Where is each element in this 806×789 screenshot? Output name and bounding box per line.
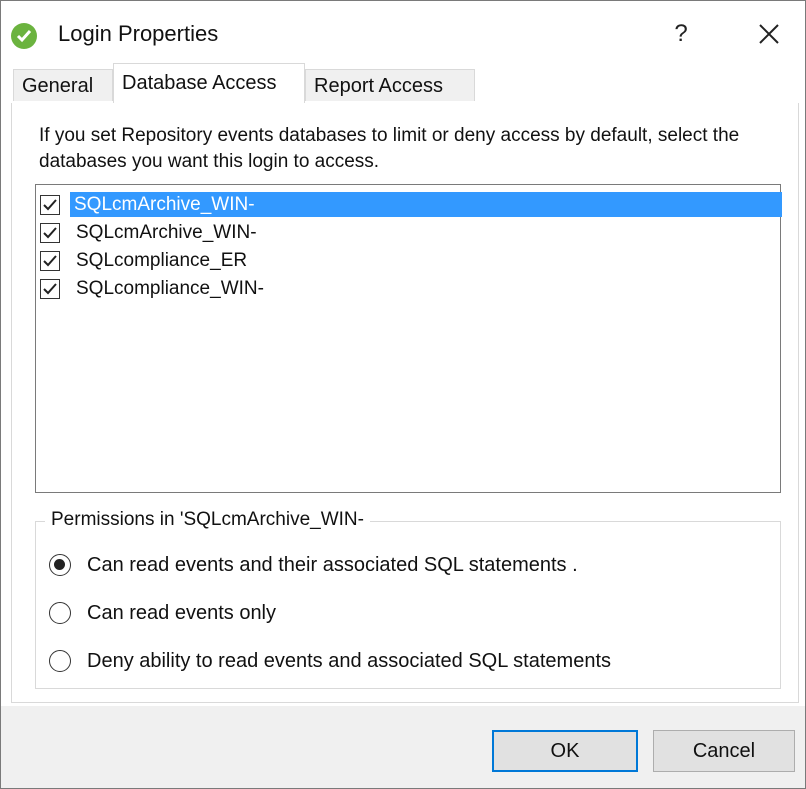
checkmark-icon — [43, 283, 57, 295]
database-name: SQLcmArchive_WIN- — [70, 192, 782, 217]
check-circle-icon — [11, 23, 37, 49]
radio-dot — [54, 559, 65, 570]
permissions-legend: Permissions in 'SQLcmArchive_WIN- — [45, 509, 370, 531]
radio-label: Can read events only — [87, 602, 277, 624]
cancel-button[interactable]: Cancel — [653, 730, 795, 772]
checkmark-icon — [43, 255, 57, 267]
database-list[interactable]: SQLcmArchive_WIN- SQLcmArchive_WIN- SQLc… — [35, 184, 782, 493]
radio-label: Can read events and their associated SQL… — [87, 554, 578, 576]
checkmark-icon — [43, 227, 57, 239]
database-name: SQLcmArchive_WIN- — [76, 222, 257, 243]
tab-database-access[interactable]: Database Access — [113, 63, 305, 104]
ok-button[interactable]: OK — [492, 730, 638, 772]
radio-label: Deny ability to read events and associat… — [87, 650, 611, 672]
database-name: SQLcompliance_WIN- — [76, 278, 264, 299]
tab-report-access[interactable]: Report Access — [305, 69, 475, 101]
description-text: If you set Repository events databases t… — [39, 125, 740, 172]
tab-general[interactable]: General — [13, 69, 113, 101]
list-item[interactable]: SQLcompliance_ER — [38, 247, 778, 274]
tab-strip: General Database Access Report Access — [11, 63, 799, 104]
close-icon — [759, 24, 779, 44]
login-properties-dialog: Login Properties ? General Database Acce… — [0, 0, 806, 789]
checkbox[interactable] — [40, 223, 60, 243]
radio-button[interactable] — [49, 554, 71, 576]
radio-button[interactable] — [49, 602, 71, 624]
title-bar: Login Properties ? — [1, 1, 805, 65]
radio-button[interactable] — [49, 650, 71, 672]
list-item[interactable]: SQLcmArchive_WIN- — [38, 219, 778, 246]
checkmark-icon — [43, 199, 57, 211]
checkbox[interactable] — [40, 279, 60, 299]
checkbox[interactable] — [40, 195, 60, 215]
help-button[interactable]: ? — [661, 15, 701, 53]
list-item[interactable]: SQLcmArchive_WIN- — [38, 191, 782, 218]
checkbox[interactable] — [40, 251, 60, 271]
list-item[interactable]: SQLcompliance_WIN- — [38, 275, 778, 302]
database-name: SQLcompliance_ER — [76, 250, 248, 271]
close-button[interactable] — [746, 15, 792, 53]
window-title: Login Properties — [58, 21, 219, 46]
